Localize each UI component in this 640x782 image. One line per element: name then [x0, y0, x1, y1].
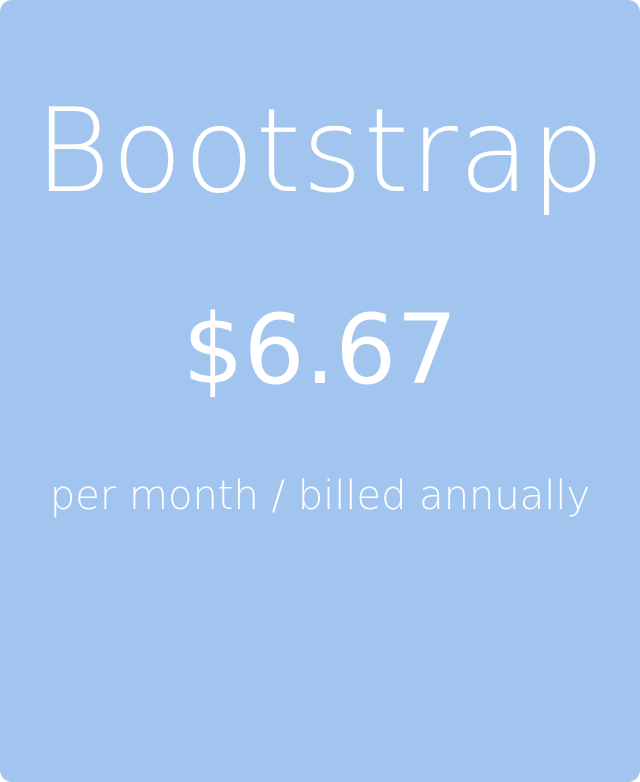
plan-price: $6.67 — [182, 294, 458, 406]
pricing-card: Bootstrap $6.67 per month / billed annua… — [0, 0, 640, 782]
plan-name: Bootstrap — [34, 84, 606, 219]
billing-period: per month / billed annually — [49, 473, 591, 519]
